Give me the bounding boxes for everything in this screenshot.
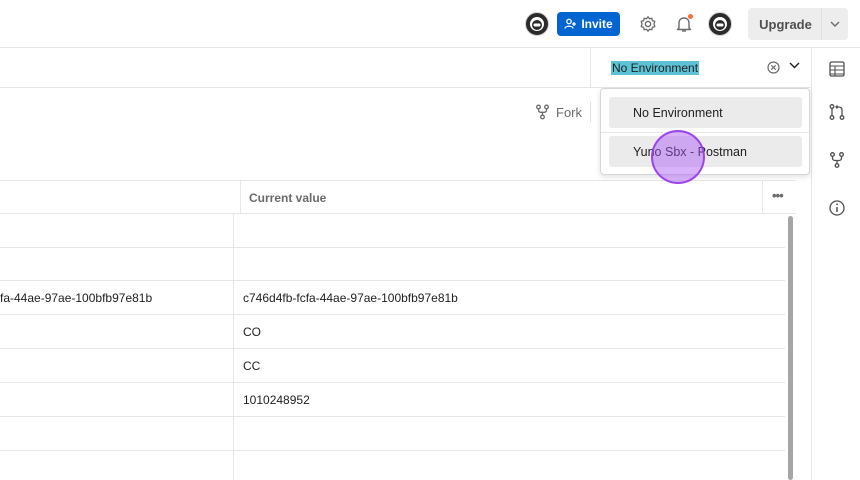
chevron-down-icon[interactable] (789, 62, 800, 69)
cell-divider (233, 417, 234, 450)
upgrade-button[interactable]: Upgrade (748, 8, 848, 40)
upgrade-menu-toggle[interactable] (822, 21, 848, 27)
chevron-down-icon (830, 21, 840, 27)
gear-icon (640, 16, 656, 32)
table-row[interactable]: CC (0, 349, 785, 383)
current-value-cell[interactable]: CC (243, 359, 260, 373)
environment-dropdown: No Environment Yuno Sbx - Postman (600, 88, 810, 175)
table-row[interactable] (0, 214, 785, 248)
toolbar-divider (590, 102, 591, 122)
environment-option-no-environment[interactable]: No Environment (609, 97, 802, 128)
environment-selector[interactable]: No Environment (590, 48, 811, 88)
cell-divider (233, 349, 234, 382)
clear-circle-icon[interactable] (767, 61, 780, 74)
environment-option-yuno-sbx[interactable]: Yuno Sbx - Postman (609, 136, 802, 167)
settings-button[interactable] (636, 12, 660, 36)
fork-icon[interactable] (828, 151, 846, 169)
table-row[interactable] (0, 451, 785, 480)
avatar-face-icon (713, 17, 727, 31)
table-row[interactable]: CO (0, 315, 785, 349)
current-value-cell[interactable]: 1010248952 (243, 393, 310, 407)
click-indicator (651, 130, 705, 184)
variable-cell[interactable]: fa-44ae-97ae-100bfb97e81b (0, 291, 152, 305)
variables-table: Current value ••• fa-44ae-97ae-100bfb97e… (0, 180, 796, 480)
environment-option-label: No Environment (633, 105, 723, 120)
table-row[interactable] (0, 417, 785, 451)
cell-divider (233, 214, 234, 247)
avatar-face-icon (530, 17, 544, 31)
table-more-actions-button[interactable]: ••• (772, 188, 784, 203)
environment-bar: No Environment (0, 48, 811, 88)
environment-selected-value[interactable]: No Environment (611, 61, 700, 75)
column-divider[interactable] (762, 181, 763, 214)
table-row[interactable]: fa-44ae-97ae-100bfb97e81b c746d4fb-fcfa-… (0, 281, 785, 315)
fork-icon (536, 104, 549, 120)
cell-divider (233, 247, 234, 280)
upgrade-label: Upgrade (759, 16, 812, 32)
add-user-icon (564, 18, 577, 29)
top-header: Invite Upgrade (0, 0, 860, 48)
fork-button[interactable]: Fork (535, 102, 582, 122)
dropdown-divider (601, 132, 809, 133)
table-row[interactable] (0, 247, 785, 281)
workspace-avatar[interactable] (525, 12, 549, 36)
right-sidebar (811, 48, 860, 480)
environment-quick-look-icon[interactable] (828, 60, 846, 78)
notifications-button[interactable] (672, 12, 696, 36)
cell-divider (233, 315, 234, 348)
fork-label: Fork (556, 104, 582, 120)
current-value-cell[interactable]: c746d4fb-fcfa-44ae-97ae-100bfb97e81b (243, 291, 458, 305)
invite-label: Invite (581, 17, 613, 31)
cell-divider (233, 451, 234, 480)
cell-divider (233, 281, 234, 314)
table-header: Current value ••• (0, 180, 796, 214)
cell-divider (233, 383, 234, 416)
table-row[interactable]: 1010248952 (0, 383, 785, 417)
notification-dot (687, 13, 694, 20)
column-header-current-value: Current value (249, 191, 327, 205)
table-scrollbar[interactable] (788, 216, 793, 480)
column-divider[interactable] (240, 181, 241, 214)
invite-button[interactable]: Invite (557, 12, 620, 36)
info-icon[interactable] (828, 199, 846, 217)
user-avatar[interactable] (708, 12, 732, 36)
pull-request-icon[interactable] (828, 103, 846, 121)
current-value-cell[interactable]: CO (243, 325, 261, 339)
